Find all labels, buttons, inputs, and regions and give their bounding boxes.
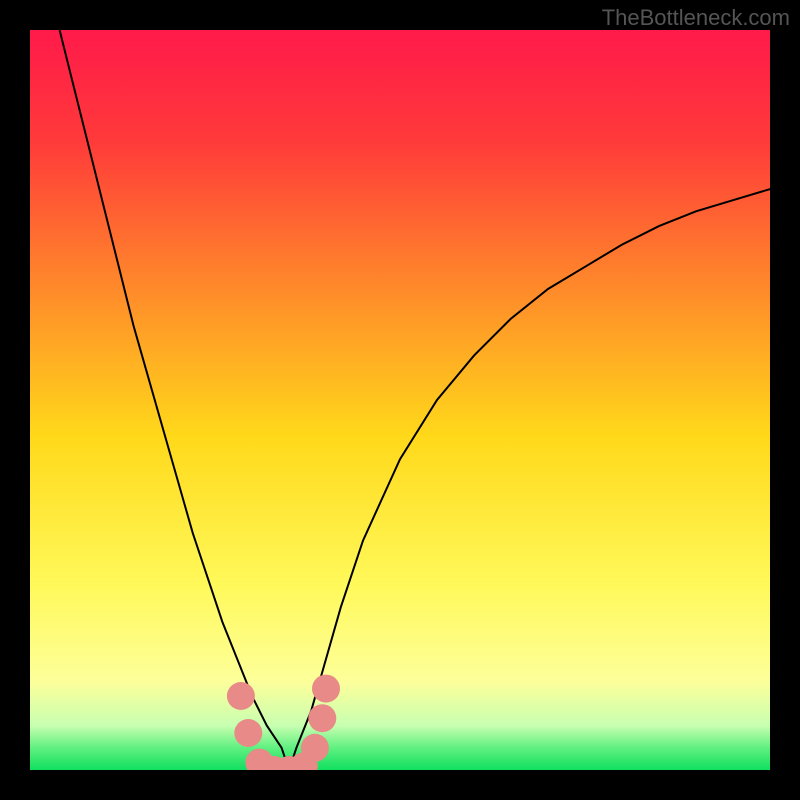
marker-point xyxy=(234,719,262,747)
chart-background xyxy=(30,30,770,770)
marker-point xyxy=(227,682,255,710)
chart-svg xyxy=(30,30,770,770)
watermark-text: TheBottleneck.com xyxy=(602,5,790,31)
marker-point xyxy=(301,734,329,762)
marker-point xyxy=(308,704,336,732)
chart-plot-area xyxy=(30,30,770,770)
marker-point xyxy=(312,675,340,703)
